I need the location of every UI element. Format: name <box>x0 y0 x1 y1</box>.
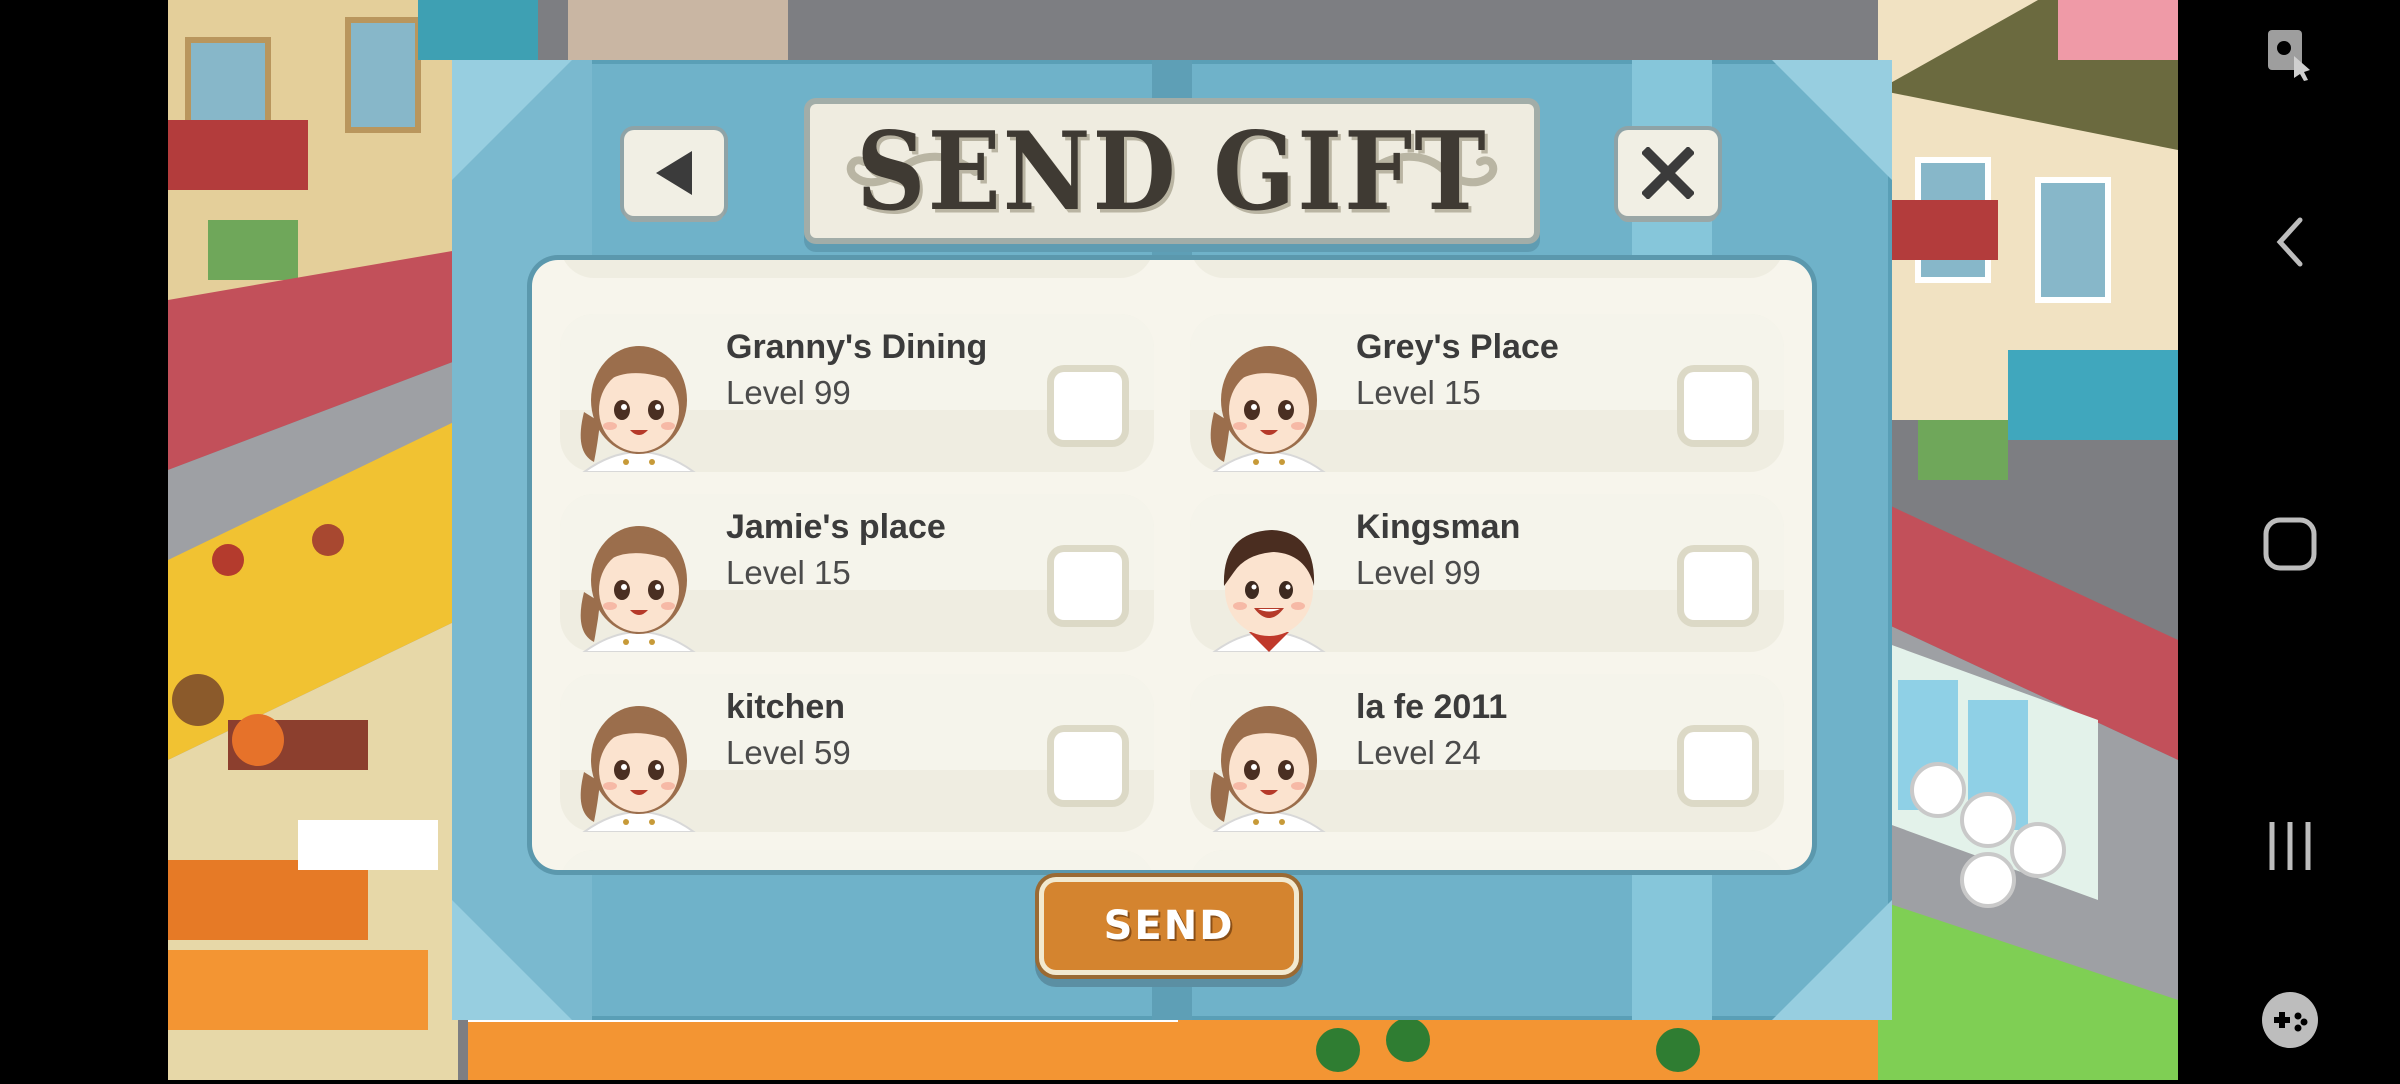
system-navigation-bar <box>2178 0 2400 1080</box>
send-button[interactable]: SEND <box>1044 882 1294 970</box>
dialog-title: SEND GIFT <box>856 107 1488 235</box>
list-item-partial <box>560 850 1154 870</box>
female-chef-avatar <box>564 502 714 653</box>
friend-level: Level 59 <box>726 734 851 771</box>
friend-name: Grey's Place <box>1356 328 1559 366</box>
gift-checkbox[interactable] <box>1684 372 1752 440</box>
title-plate: SEND GIFT <box>810 104 1534 238</box>
female-chef-avatar <box>1194 322 1344 473</box>
send-button-label: SEND <box>1103 903 1235 949</box>
send-gift-dialog: SEND GIFT Granny's Dining Level 99 Grey'… <box>452 60 1892 1020</box>
back-arrow-icon <box>656 151 692 195</box>
gift-checkbox[interactable] <box>1684 552 1752 620</box>
friend-card[interactable]: la fe 2011 Level 24 <box>1190 674 1784 833</box>
dialog-corner <box>1772 900 1892 1020</box>
female-chef-avatar <box>564 322 714 473</box>
friend-card[interactable]: Granny's Dining Level 99 <box>560 314 1154 473</box>
female-chef-avatar <box>1194 682 1344 833</box>
friend-card[interactable]: Kingsman Level 99 <box>1190 494 1784 653</box>
friend-list[interactable]: Granny's Dining Level 99 Grey's Place Le… <box>532 260 1812 870</box>
gift-checkbox[interactable] <box>1684 732 1752 800</box>
list-item-partial <box>560 260 1154 278</box>
game-tools-icon[interactable] <box>2250 980 2330 1060</box>
friend-level: Level 99 <box>1356 554 1481 591</box>
list-item-partial <box>1190 260 1784 278</box>
friend-level: Level 24 <box>1356 734 1481 771</box>
gift-checkbox[interactable] <box>1054 552 1122 620</box>
friend-card[interactable]: Jamie's place Level 15 <box>560 494 1154 653</box>
friend-name: Granny's Dining <box>726 328 988 366</box>
male-chef-avatar <box>1194 502 1344 653</box>
friend-level: Level 15 <box>1356 374 1481 411</box>
nav-back-icon[interactable] <box>2250 202 2330 282</box>
nav-home-icon[interactable] <box>2250 504 2330 584</box>
nav-recents-icon[interactable] <box>2250 806 2330 886</box>
gift-checkbox[interactable] <box>1054 732 1122 800</box>
friend-level: Level 99 <box>726 374 851 411</box>
close-button[interactable] <box>1618 130 1718 216</box>
friend-level: Level 15 <box>726 554 851 591</box>
gift-checkbox[interactable] <box>1054 372 1122 440</box>
female-chef-avatar <box>564 682 714 833</box>
back-button[interactable] <box>624 130 724 216</box>
friend-name: Jamie's place <box>726 508 946 546</box>
friend-name: Kingsman <box>1356 508 1521 546</box>
friend-name: kitchen <box>726 688 846 726</box>
close-x-icon <box>1642 147 1694 199</box>
friend-name: la fe 2011 <box>1356 688 1508 726</box>
friend-card[interactable]: kitchen Level 59 <box>560 674 1154 833</box>
dialog-corner <box>1772 60 1892 180</box>
screen-record-icon[interactable] <box>2250 14 2330 94</box>
friend-card[interactable]: Grey's Place Level 15 <box>1190 314 1784 473</box>
list-item-partial <box>1190 850 1784 870</box>
